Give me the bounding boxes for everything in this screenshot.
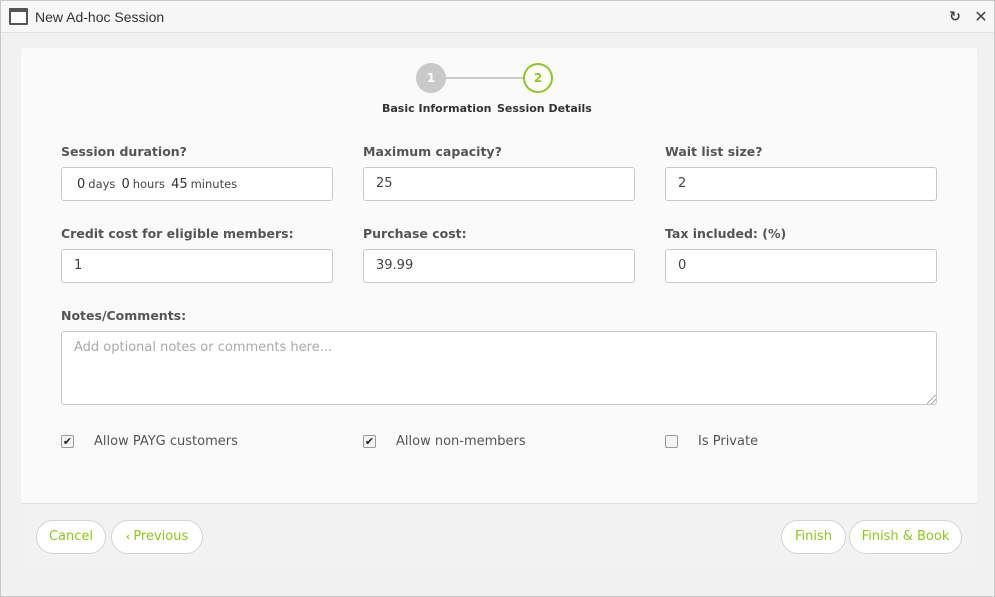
chevron-left-icon: ‹ [125,530,131,543]
session-duration-label: Session duration? [61,144,187,159]
finish-and-book-button[interactable]: Finish & Book [849,520,962,554]
window-title: New Ad-hoc Session [35,9,165,25]
dialog-window: New Ad-hoc Session ↻ ✕ 1 2 Basic Informa… [0,0,995,597]
allow-payg-checkbox[interactable]: ✔ [61,435,74,448]
wizard-footer: Cancel ‹ Previous Finish Finish & Book [21,503,977,568]
notes-label: Notes/Comments: [61,308,187,323]
previous-button[interactable]: ‹ Previous [111,520,203,554]
purchase-cost-input[interactable]: 39.99 [363,249,635,283]
duration-minutes-value[interactable]: 45 [171,177,188,192]
resize-grip-icon[interactable] [927,395,936,404]
wait-list-label: Wait list size? [665,144,763,159]
credit-cost-input[interactable]: 1 [61,249,333,283]
refresh-icon[interactable]: ↻ [946,7,964,27]
step-2-indicator[interactable]: 2 [523,63,553,93]
close-icon[interactable]: ✕ [972,7,990,27]
duration-days-unit: days [88,177,116,191]
duration-days-value[interactable]: 0 [77,177,85,192]
previous-button-label: Previous [133,529,189,544]
wizard-card: 1 2 Basic Information Session Details Se… [21,48,977,568]
allow-payg-label[interactable]: Allow PAYG customers [94,434,238,449]
wait-list-input[interactable]: 2 [665,167,937,201]
is-private-checkbox[interactable] [665,435,678,448]
allow-non-members-checkbox[interactable]: ✔ [363,435,376,448]
credit-cost-label: Credit cost for eligible members: [61,226,294,241]
max-capacity-input[interactable]: 25 [363,167,635,201]
tax-included-input[interactable]: 0 [665,249,937,283]
purchase-cost-label: Purchase cost: [363,226,467,241]
tax-included-label: Tax included: (%) [665,226,787,241]
title-bar: New Ad-hoc Session ↻ ✕ [1,1,994,33]
step-2-label: Session Details [497,102,592,115]
duration-hours-value[interactable]: 0 [121,177,129,192]
max-capacity-label: Maximum capacity? [363,144,502,159]
notes-textarea[interactable]: Add optional notes or comments here... [61,331,937,405]
duration-minutes-unit: minutes [190,177,238,191]
step-1-indicator[interactable]: 1 [416,63,446,93]
duration-hours-unit: hours [132,177,166,191]
wizard-body: 1 2 Basic Information Session Details Se… [21,48,977,503]
allow-non-members-label[interactable]: Allow non-members [396,434,526,449]
cancel-button[interactable]: Cancel [36,520,106,554]
is-private-label[interactable]: Is Private [698,434,758,449]
step-1-label: Basic Information [382,102,492,115]
stepper-connector [445,77,523,79]
session-duration-field[interactable]: 0 days 0 hours 45 minutes [61,167,333,201]
window-icon [9,8,28,25]
finish-button[interactable]: Finish [781,520,846,554]
